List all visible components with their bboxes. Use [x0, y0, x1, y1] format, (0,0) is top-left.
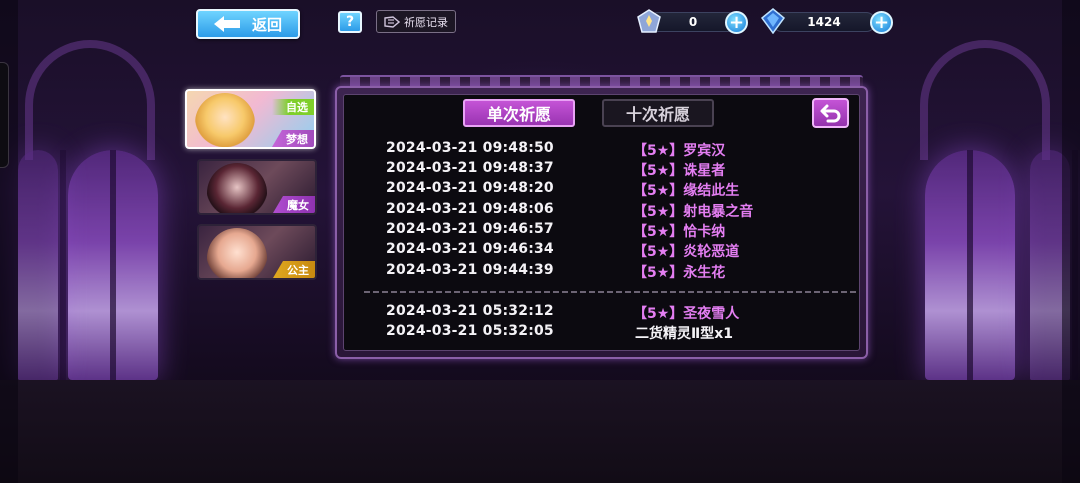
character-portrait: [207, 163, 267, 213]
record-row: 2024-03-21 09:46:57 【5★】恰卡纳: [386, 221, 826, 241]
tab-single-wish[interactable]: 单次祈愿: [463, 99, 575, 127]
banner-tag: 公主: [273, 261, 315, 278]
record-item: 【5★】罗宾汉: [633, 143, 726, 159]
back-button[interactable]: 返回: [196, 9, 300, 39]
record-row: 2024-03-21 09:48:06 【5★】射电暴之音: [386, 201, 826, 221]
record-row: 2024-03-21 09:48:50 【5★】罗宾汉: [386, 140, 826, 160]
undo-arrow-icon: [820, 104, 840, 123]
record-item: 【5★】恰卡纳: [633, 224, 726, 240]
add-currency1-button[interactable]: +: [725, 11, 748, 34]
plus-icon: +: [728, 11, 745, 33]
wish-record-label: 祈愿记录: [404, 15, 448, 29]
record-icon: [384, 15, 400, 28]
record-time: 2024-03-21 09:46:57: [386, 221, 554, 237]
arrow-left-icon: [213, 16, 240, 32]
record-time: 2024-03-21 09:48:37: [386, 160, 554, 176]
wish-record-button[interactable]: 祈愿记录: [376, 10, 456, 33]
add-currency2-button[interactable]: +: [870, 11, 893, 34]
record-item: 【5★】诛星者: [633, 163, 726, 179]
record-row: 2024-03-21 05:32:05 二货精灵Ⅱ型x1: [386, 323, 826, 343]
banner-select-tag: 自选: [272, 99, 314, 115]
banner-tag: 梦想: [272, 130, 314, 147]
record-time: 2024-03-21 09:44:39: [386, 262, 554, 278]
record-time: 2024-03-21 09:48:20: [386, 180, 554, 196]
record-time: 2024-03-21 05:32:12: [386, 303, 554, 319]
banner-dream[interactable]: 自选 梦想: [185, 89, 316, 149]
help-button[interactable]: ?: [338, 11, 362, 33]
record-row: 2024-03-21 09:48:37 【5★】诛星者: [386, 160, 826, 180]
record-divider: [364, 291, 856, 293]
record-row: 2024-03-21 05:32:12 【5★】圣夜雪人: [386, 303, 826, 323]
currency1-value: 0: [688, 15, 698, 29]
banner-tag: 魔女: [273, 196, 315, 213]
character-portrait: [195, 93, 255, 147]
back-label: 返回: [251, 15, 282, 34]
record-item: 【5★】圣夜雪人: [633, 306, 740, 322]
help-icon: ?: [345, 14, 355, 30]
tab-single-label: 单次祈愿: [486, 105, 551, 124]
star-crystal-icon: [637, 9, 661, 33]
record-item: 二货精灵Ⅱ型x1: [635, 326, 733, 342]
record-item: 【5★】缘结此生: [633, 183, 740, 199]
tab-ten-label: 十次祈愿: [625, 105, 690, 124]
banner-witch[interactable]: 魔女: [197, 159, 317, 215]
record-row: 2024-03-21 09:44:39 【5★】永生花: [386, 262, 826, 282]
record-time: 2024-03-21 09:46:34: [386, 241, 554, 257]
return-button[interactable]: [812, 98, 849, 128]
currency2-value: 1424: [807, 15, 841, 29]
plus-icon: +: [873, 11, 890, 33]
record-item: 【5★】永生花: [633, 265, 726, 281]
record-item: 【5★】炎轮恶道: [633, 244, 740, 260]
banner-princess[interactable]: 公主: [197, 224, 317, 280]
record-row: 2024-03-21 09:46:34 【5★】炎轮恶道: [386, 241, 826, 261]
record-item: 【5★】射电暴之音: [633, 204, 754, 220]
currency2-box: 1424: [772, 12, 876, 32]
character-portrait: [207, 228, 267, 278]
record-row: 2024-03-21 09:48:20 【5★】缘结此生: [386, 180, 826, 200]
side-handle[interactable]: [0, 62, 9, 168]
record-time: 2024-03-21 05:32:05: [386, 323, 554, 339]
diamond-icon: [760, 8, 786, 34]
tab-ten-wish[interactable]: 十次祈愿: [602, 99, 714, 127]
record-time: 2024-03-21 09:48:50: [386, 140, 554, 156]
record-time: 2024-03-21 09:48:06: [386, 201, 554, 217]
